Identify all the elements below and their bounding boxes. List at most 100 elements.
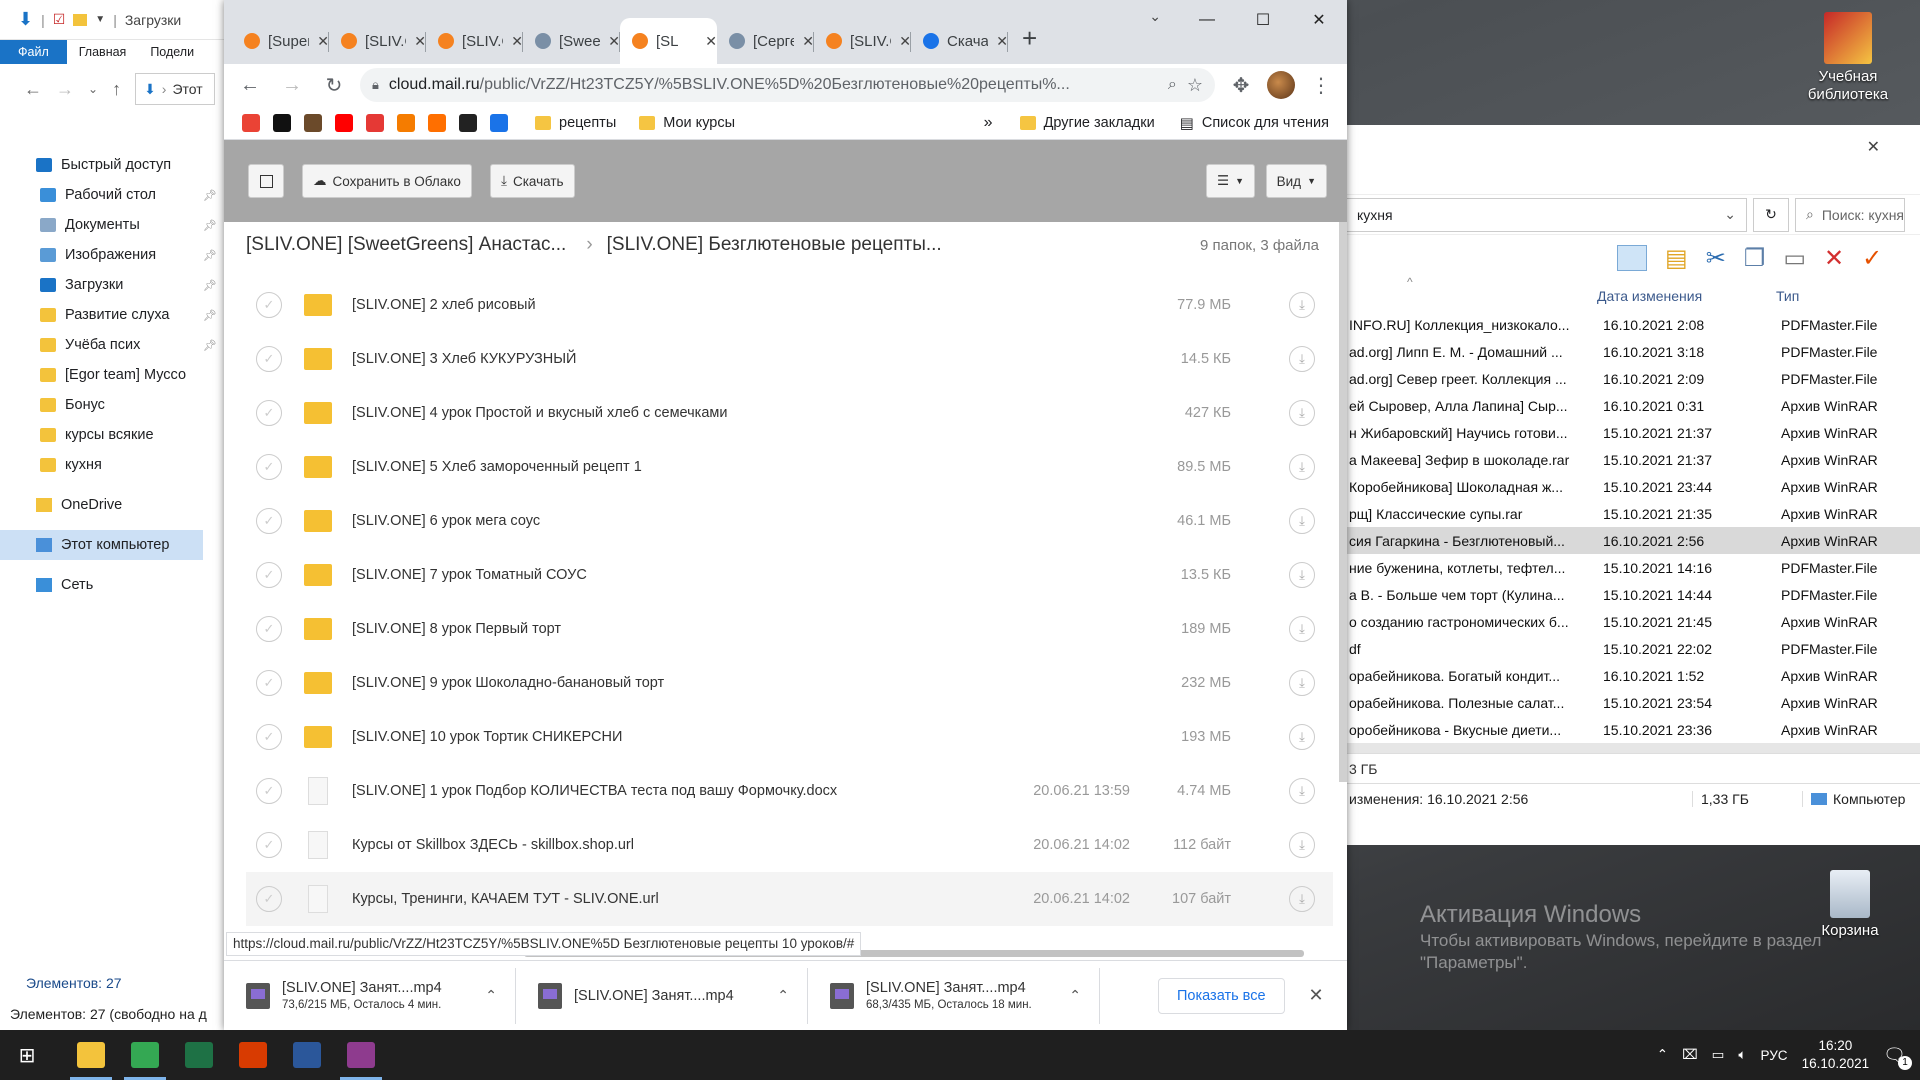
minimize-button[interactable]: — [1179,0,1235,40]
bookmark-favicon-icon[interactable] [490,113,508,132]
bookmark-favicon-icon[interactable] [242,113,260,132]
file-row[interactable]: ✓ [SLIV.ONE] 10 урок Тортик СНИКЕРСНИ 193 … [246,710,1333,764]
download-icon[interactable]: ⤓ [1289,616,1315,642]
back-button[interactable]: ← [234,69,266,101]
reading-list[interactable]: ▤ Список для чтения [1180,114,1329,132]
avatar[interactable] [1267,71,1295,99]
paste-icon[interactable]: ▭ [1783,244,1806,273]
new-folder-icon[interactable]: ▤ [1665,244,1688,273]
row-checkbox[interactable]: ✓ [256,400,282,426]
file-row[interactable]: ✓ [SLIV.ONE] 6 урок мега соус 46.1 МБ ⤓ [246,494,1333,548]
extensions-icon[interactable]: ✥ [1225,69,1257,101]
row-checkbox[interactable]: ✓ [256,670,282,696]
language-indicator[interactable]: РУС [1761,1048,1788,1063]
tab-close-icon[interactable]: ✕ [414,33,426,50]
tab-close-icon[interactable]: ✕ [608,33,620,50]
vertical-scrollbar[interactable] [1339,222,1347,782]
browser-tab[interactable]: [SLIV.O ✕ [329,18,426,64]
view-button[interactable]: Вид ▼ [1265,164,1327,198]
file-row[interactable]: INFO.RU] Коллекция_низкокало... 16.10.202… [1347,311,1920,338]
chevron-down-icon[interactable]: ▼ [95,14,105,25]
close-button[interactable]: ✕ [1291,0,1347,40]
browser-tab[interactable]: Скача ✕ [911,18,1008,64]
tab-close-icon[interactable]: ✕ [705,33,717,50]
file-name[interactable]: [SLIV.ONE] 6 урок мега соус [352,513,540,529]
bookmark-favicon-icon[interactable] [273,113,291,132]
pin-icon[interactable]: 📌︎ [203,309,217,322]
tab-close-icon[interactable]: ✕ [317,33,329,50]
file-name[interactable]: [SLIV.ONE] 9 урок Шоколадно-банановый то… [352,675,664,691]
download-icon[interactable]: ⤓ [1289,886,1315,912]
file-name[interactable]: [SLIV.ONE] 8 урок Первый торт [352,621,561,637]
file-row[interactable]: df 15.10.2021 22:02 PDFMaster.File [1347,635,1920,662]
file-row[interactable]: ✓ [SLIV.ONE] 8 урок Первый торт 189 МБ ⤓ [246,602,1333,656]
tab-close-icon[interactable]: ✕ [802,33,814,50]
properties-icon[interactable]: ☑ [53,11,66,28]
bookmark-folder[interactable]: Мои курсы [639,115,735,131]
refresh-button[interactable]: ↻ [1753,197,1789,232]
nav-item[interactable]: Бонус [0,390,225,420]
file-row[interactable]: орабейникова. Богатый кондит... 16.10.202… [1347,662,1920,689]
copy-icon[interactable]: ❐ [1744,244,1766,273]
file-row[interactable]: орабейникова. Полезные салат... 15.10.202… [1347,689,1920,716]
pin-icon[interactable]: 📌︎ [203,249,217,262]
file-row[interactable]: ✓ [SLIV.ONE] 2 хлеб рисовый 77.9 МБ ⤓ [246,278,1333,332]
browser-tab[interactable]: [SLIV.O ✕ [814,18,911,64]
file-row[interactable]: Коробейникова] Шоколадная ж... 15.10.2021… [1347,473,1920,500]
camera-icon[interactable]: ⌧ [1682,1047,1698,1063]
download-item[interactable]: [SLIV.ONE] Занят....mp4 73,6/215 МБ, Оста… [224,967,516,1024]
start-button[interactable]: ⊞ [0,1030,54,1080]
taskbar-app-explorer[interactable] [64,1030,118,1080]
file-name[interactable]: [SLIV.ONE] 2 хлеб рисовый [352,297,536,313]
bookmark-folder[interactable]: рецепты [535,115,616,131]
column-type[interactable]: Тип [1776,288,1799,304]
nav-item[interactable]: Рабочий стол 📌︎ [0,180,225,210]
save-to-cloud-button[interactable]: ☁ Сохранить в Облако [302,164,472,198]
nav-item-this-pc[interactable]: Этот компьютер [0,530,203,560]
bookmark-favicon-icon[interactable] [366,113,384,132]
row-checkbox[interactable]: ✓ [256,292,282,318]
up-arrow-icon[interactable]: ↑ [112,79,121,100]
browser-tab[interactable]: [SLIV.O ✕ [426,18,523,64]
row-checkbox[interactable]: ✓ [256,832,282,858]
nav-item-onedrive[interactable]: OneDrive [0,490,225,520]
file-row[interactable]: ✓ [SLIV.ONE] 4 урок Простой и вкусный хле… [246,386,1333,440]
download-icon[interactable]: ⤓ [1289,508,1315,534]
close-icon[interactable]: ✕ [1309,985,1324,1006]
lock-icon[interactable]: 🔒︎ [372,77,379,93]
other-bookmarks[interactable]: Другие закладки [1019,115,1155,131]
tab-share[interactable]: Подели [138,40,206,64]
row-checkbox[interactable]: ✓ [256,508,282,534]
file-name[interactable]: [SLIV.ONE] 4 урок Простой и вкусный хлеб… [352,405,727,421]
file-name[interactable]: [SLIV.ONE] 7 урок Томатный СОУС [352,567,587,583]
column-date[interactable]: Дата изменения [1597,288,1702,304]
folder-icon[interactable] [73,13,88,26]
file-row[interactable]: ✓ [SLIV.ONE] 7 урок Томатный СОУС 13.5 КБ ⤓ [246,548,1333,602]
chevron-down-icon[interactable]: ⌄ [1724,206,1736,223]
tab-close-icon[interactable]: ✕ [899,33,911,50]
delete-icon[interactable]: ✕ [1824,244,1844,273]
file-row[interactable]: ние буженина, котлеты, тефтел... 15.10.20… [1347,554,1920,581]
pin-icon[interactable]: 📌︎ [203,339,217,352]
row-checkbox[interactable]: ✓ [256,346,282,372]
breadcrumb-parent[interactable]: [SLIV.ONE] [SweetGreens] Анастас... [246,234,566,256]
tab-file[interactable]: Файл [0,40,67,64]
volume-icon[interactable]: 🔈︎ [1738,1047,1746,1063]
zoom-icon[interactable]: ⌕ [1168,76,1177,94]
file-row[interactable]: ✓ [SLIV.ONE] 1 урок Подбор КОЛИЧЕСТВА тес… [246,764,1333,818]
file-row[interactable]: ✓ Курсы от Skillbox ЗДЕСЬ - skillbox.shop… [246,818,1333,872]
notification-icon[interactable]: 🗨︎ 1 [1883,1045,1912,1070]
nav-item[interactable]: Изображения 📌︎ [0,240,225,270]
nav-item[interactable]: Документы 📌︎ [0,210,225,240]
file-row[interactable]: а Макеева] Зефир в шоколаде.rar 15.10.202… [1347,446,1920,473]
bookmark-favicon-icon[interactable] [335,113,353,132]
tab-close-icon[interactable]: ✕ [511,33,523,50]
rename-icon[interactable]: ✓ [1862,244,1882,273]
forward-arrow-icon[interactable]: → [56,79,74,100]
back-arrow-icon[interactable]: ← [24,79,42,100]
tab-close-icon[interactable]: ✕ [996,33,1008,50]
download-icon[interactable]: ⤓ [1289,832,1315,858]
download-icon[interactable]: ⤓ [1289,292,1315,318]
address-bar[interactable]: кухня ⌄ [1347,197,1747,232]
file-row[interactable]: оробейникова - Вкусные диети... 15.10.202… [1347,716,1920,743]
